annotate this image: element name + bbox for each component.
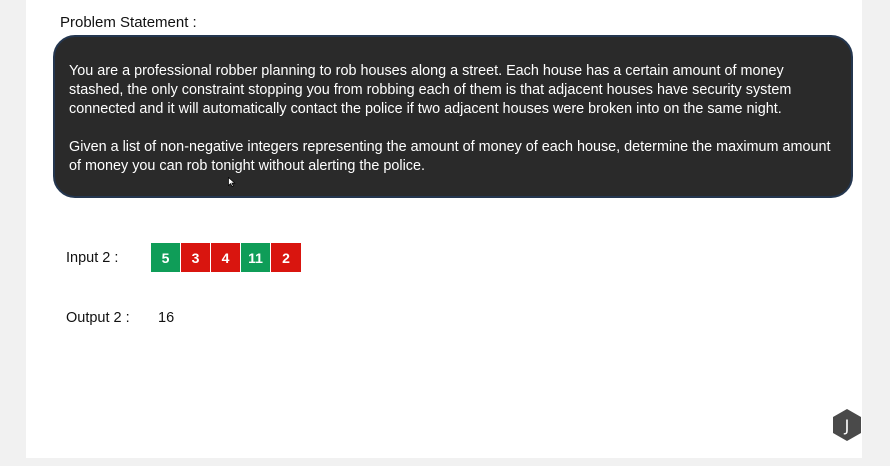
mouse-cursor-icon (228, 177, 236, 187)
house-cell: 4 (211, 243, 241, 272)
house-cell: 3 (181, 243, 211, 272)
problem-heading: Problem Statement : (60, 14, 197, 31)
input-label: Input 2 : (66, 250, 119, 266)
house-cell: 2 (271, 243, 301, 272)
houses-array: 5 3 4 11 2 (151, 243, 301, 272)
output-value: 16 (158, 310, 175, 326)
user-avatar[interactable]: J (831, 408, 863, 442)
house-cell: 5 (151, 243, 181, 272)
problem-paragraph-2: Given a list of non-negative integers re… (69, 139, 831, 174)
house-cell: 11 (241, 243, 271, 272)
avatar-letter: J (844, 415, 850, 435)
output-label: Output 2 : (66, 310, 130, 326)
problem-statement-box: You are a professional robber planning t… (53, 35, 853, 198)
problem-paragraph-1: You are a professional robber planning t… (69, 63, 792, 117)
